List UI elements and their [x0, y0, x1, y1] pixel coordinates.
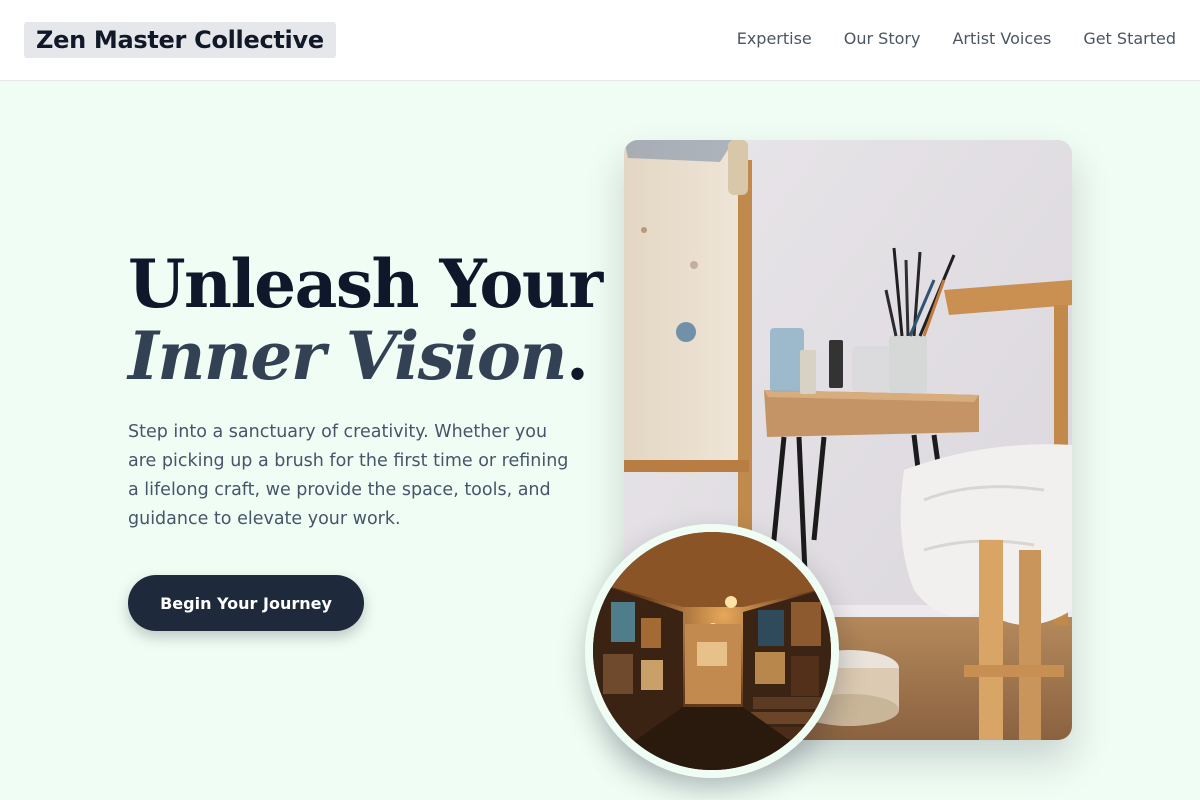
hero-heading-period: . [565, 317, 589, 395]
hero-heading: Unleash Your Inner Vision. [128, 245, 603, 395]
hero-heading-italic: Inner Vision [128, 317, 567, 395]
gallery-photo [585, 524, 839, 778]
nav-link-our-story[interactable]: Our Story [844, 28, 921, 50]
brand-logo[interactable]: Zen Master Collective [24, 22, 336, 58]
hero-description: Step into a sanctuary of creativity. Whe… [128, 422, 569, 529]
nav-link-get-started[interactable]: Get Started [1083, 28, 1176, 50]
hero-heading-line2: Inner Vision. [128, 317, 589, 395]
begin-journey-button[interactable]: Begin Your Journey [128, 575, 364, 631]
hero-heading-line1: Unleash Your [128, 245, 603, 323]
gallery-photo-image [593, 532, 831, 770]
top-navbar: Zen Master Collective Expertise Our Stor… [0, 0, 1200, 81]
nav-link-expertise[interactable]: Expertise [737, 28, 812, 50]
nav-link-artist-voices[interactable]: Artist Voices [952, 28, 1051, 50]
main-nav: Expertise Our Story Artist Voices Get St… [737, 28, 1176, 50]
